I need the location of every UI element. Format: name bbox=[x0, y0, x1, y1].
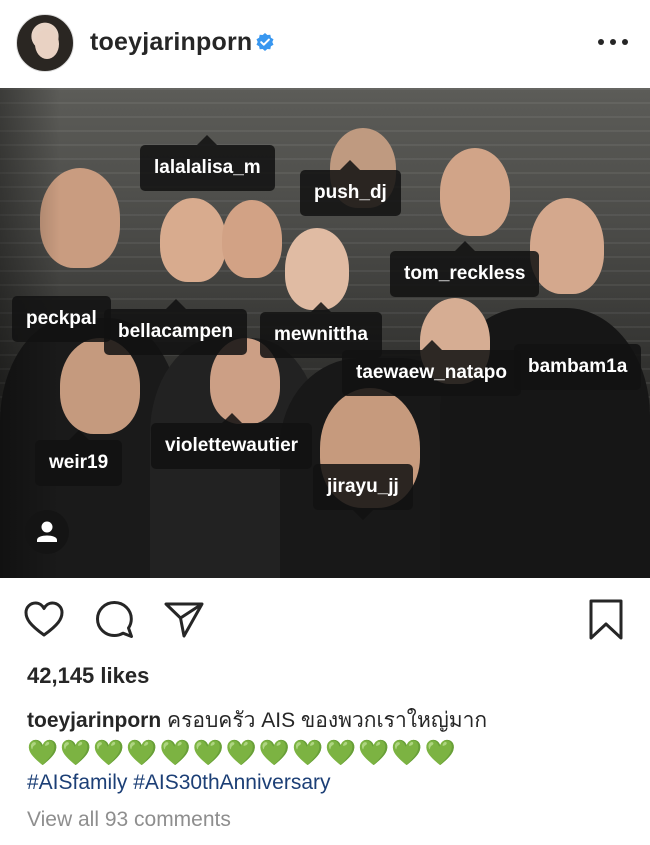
comment-icon[interactable] bbox=[92, 598, 136, 642]
hashtag-link[interactable]: #AISfamily bbox=[27, 771, 127, 794]
hashtag-link[interactable]: #AIS30thAnniversary bbox=[133, 771, 330, 794]
user-tag[interactable]: taewaew_natapo bbox=[342, 340, 521, 396]
heart-icon[interactable] bbox=[22, 598, 66, 642]
bookmark-icon[interactable] bbox=[584, 598, 628, 642]
post-username[interactable]: toeyjarinporn bbox=[90, 28, 252, 57]
user-tag[interactable]: bambam1a bbox=[514, 344, 642, 390]
user-tag[interactable]: peckpal bbox=[12, 296, 111, 342]
user-tag[interactable]: push_dj bbox=[300, 160, 401, 216]
user-tag[interactable]: tom_reckless bbox=[390, 241, 540, 297]
caption-emojis: 💚💚💚💚💚💚💚💚💚💚💚💚💚 bbox=[27, 739, 458, 767]
verified-badge-icon bbox=[256, 33, 274, 51]
user-tag[interactable]: lalalalisa_m bbox=[140, 135, 275, 191]
caption-username[interactable]: toeyjarinporn bbox=[27, 709, 161, 732]
paper-plane-icon[interactable] bbox=[162, 598, 206, 642]
person-icon[interactable] bbox=[25, 510, 69, 554]
user-tag[interactable]: jirayu_jj bbox=[313, 464, 413, 520]
caption-text: ครอบครัว AIS ของพวกเราใหญ่มาก bbox=[167, 709, 488, 732]
user-tag[interactable]: bellacampen bbox=[104, 299, 248, 355]
more-options-icon[interactable] bbox=[596, 30, 630, 54]
caption-hashtags: #AISfamily #AIS30thAnniversary bbox=[27, 768, 331, 797]
view-comments-link[interactable]: View all 93 comments bbox=[27, 808, 231, 832]
post-caption: toeyjarinporn ครอบครัว AIS ของพวกเราใหญ่… bbox=[27, 706, 627, 735]
action-bar bbox=[0, 590, 650, 650]
post-header: toeyjarinporn bbox=[0, 0, 650, 88]
profile-avatar[interactable] bbox=[16, 14, 74, 72]
user-tag[interactable]: weir19 bbox=[35, 430, 123, 486]
likes-count[interactable]: 42,145 likes bbox=[27, 663, 149, 689]
post-photo[interactable]: lalalalisa_m push_dj tom_reckless peckpa… bbox=[0, 88, 650, 578]
user-tag[interactable]: violettewautier bbox=[151, 413, 313, 469]
